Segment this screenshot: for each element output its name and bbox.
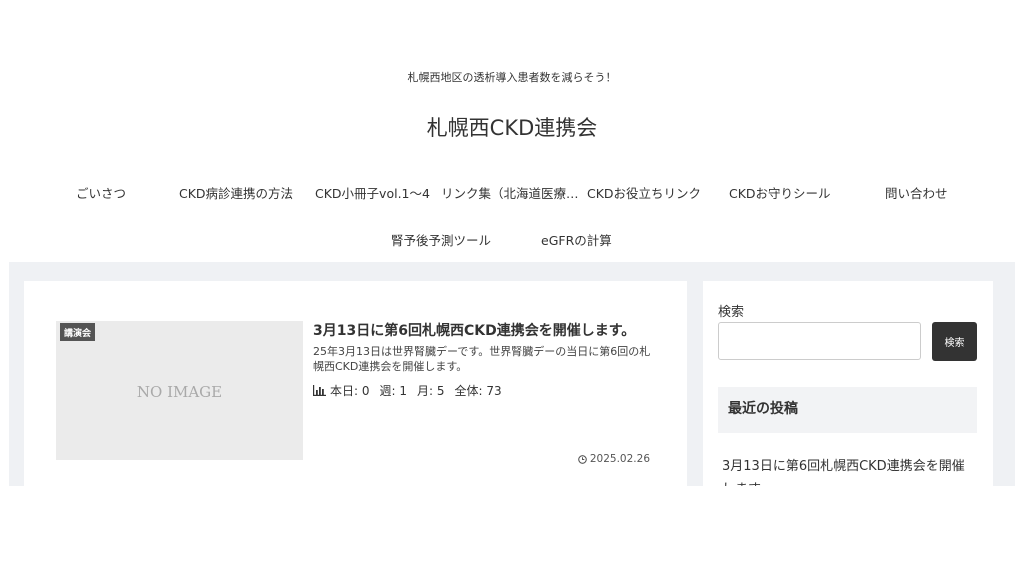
stat-month: 月: 5 <box>417 384 445 398</box>
nav-item-ckd-booklet[interactable]: CKD小冊子vol.1〜4 <box>315 183 430 202</box>
post-list: 講演会 NO IMAGE 3月13日に第6回札幌西CKD連携会を開催します。 2… <box>24 281 687 486</box>
view-stats: 本日: 0 週: 1 月: 5 全体: 73 <box>313 382 512 399</box>
clock-icon <box>578 454 587 464</box>
stat-today: 本日: 0 <box>330 384 370 398</box>
recent-posts-heading: 最近の投稿 <box>718 387 977 433</box>
post-thumbnail[interactable]: 講演会 NO IMAGE <box>56 321 303 460</box>
search-label: 検索 <box>718 305 745 320</box>
category-label[interactable]: 講演会 <box>60 323 96 341</box>
nav-item-links[interactable]: リンク集（北海道医療… <box>441 183 579 202</box>
stat-total: 全体: 73 <box>454 384 502 398</box>
site-title[interactable]: 札幌西CKD連携会 <box>0 112 1024 142</box>
nav-item-egfr-calculator[interactable]: eGFRの計算 <box>541 230 612 249</box>
sidebar: 検索 検索 最近の投稿 3月13日に第6回札幌西CKD連携会を開催します。 <box>703 281 993 486</box>
site-tagline: 札幌西地区の透析導入患者数を減らそう！ <box>407 71 617 84</box>
nav-item-greeting[interactable]: ごいさつ <box>76 183 126 202</box>
stat-week: 週: 1 <box>379 384 408 398</box>
search-input[interactable] <box>718 322 921 360</box>
nav-item-contact[interactable]: 問い合わせ <box>885 183 948 202</box>
post-title[interactable]: 3月13日に第6回札幌西CKD連携会を開催します。 <box>313 320 673 340</box>
post-excerpt: 25年3月13日は世界腎臓デーです。世界腎臓デーの当日に第6回の札幌西CKD連携… <box>313 345 651 373</box>
nav-item-renal-prognosis-tool[interactable]: 腎予後予測ツール <box>391 230 491 249</box>
bar-chart-icon <box>313 385 326 396</box>
no-image-placeholder: NO IMAGE <box>136 383 223 401</box>
post-date: 2025.02.26 <box>578 453 650 465</box>
recent-post-link[interactable]: 3月13日に第6回札幌西CKD連携会を開催します。 <box>722 455 977 486</box>
nav-item-ckd-useful-links[interactable]: CKDお役立ちリンク <box>587 183 701 202</box>
search-button[interactable]: 検索 <box>932 322 977 361</box>
post-date-text: 2025.02.26 <box>589 453 650 465</box>
nav-item-ckd-referral-method[interactable]: CKD病診連携の方法 <box>179 183 293 202</box>
nav-item-ckd-sticker[interactable]: CKDお守りシール <box>729 183 831 202</box>
page: 札幌西地区の透析導入患者数を減らそう！ 札幌西CKD連携会 ごいさつ CKD病診… <box>0 0 1024 576</box>
